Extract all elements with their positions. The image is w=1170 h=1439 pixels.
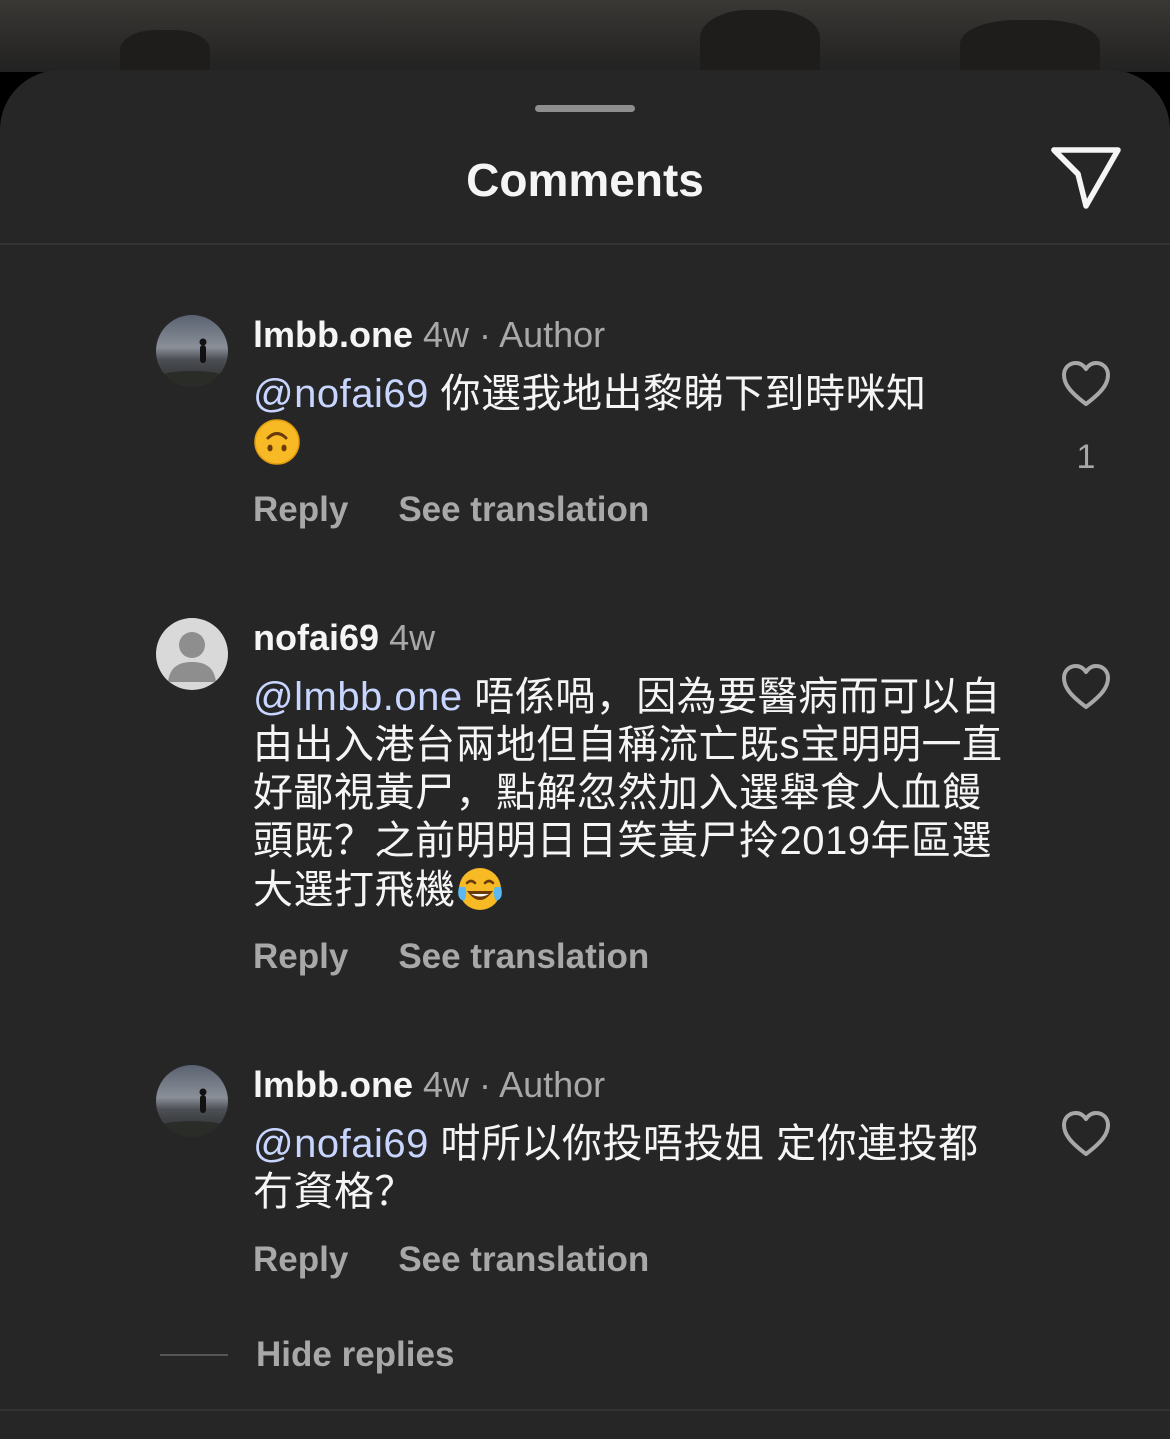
mention-link[interactable]: @nofai69 [253,1122,429,1166]
timestamp: 4w [423,314,470,355]
hide-replies-line [160,1354,228,1356]
avatar-photo-icon [156,1088,228,1137]
drag-handle[interactable] [535,105,635,112]
separator: · [469,1064,500,1105]
heart-icon [1062,361,1110,406]
heart-icon [1062,664,1110,709]
post-image-background [0,0,1170,72]
reply-button[interactable]: Reply [253,1240,348,1279]
heart-icon [1062,1111,1110,1156]
author-badge: Author [499,314,606,355]
avatar-photo-icon [156,338,228,387]
upside-down-face-icon [254,419,300,465]
comment-meta: nofai69 4w [253,616,435,660]
see-translation-button[interactable]: See translation [398,490,649,529]
comments-sheet: Comments lmbb.one 4w · Author @nofai69 你… [0,70,1170,1439]
comment-actions: Reply See translation [253,935,649,979]
comment-meta: lmbb.one 4w · Author [253,1063,605,1107]
avatar[interactable] [156,618,228,690]
sheet-title: Comments [466,154,704,206]
separator: · [469,314,500,355]
comment-text: @nofai69 你選我地出黎睇下到時咪知 [253,370,1013,467]
see-translation-button[interactable]: See translation [398,937,649,976]
like-button[interactable] [1060,360,1112,408]
bottom-divider [0,1409,1170,1411]
username[interactable]: nofai69 [253,617,379,658]
like-button[interactable] [1060,1110,1112,1158]
hide-replies-button[interactable]: Hide replies [160,1330,454,1380]
mention-link[interactable]: @nofai69 [253,372,429,416]
hide-replies-label: Hide replies [256,1335,455,1374]
mention-link[interactable]: @lmbb.one [253,675,463,719]
like-count: 1 [1076,438,1096,476]
see-translation-button[interactable]: See translation [398,1240,649,1279]
comment-text: @lmbb.one 唔係喎，因為要醫病而可以自由出入港台兩地但自稱流亡既s宝明明… [253,673,1013,914]
comment-actions: Reply See translation [253,1238,649,1282]
paper-plane-icon [1051,147,1121,209]
avatar[interactable] [156,315,228,387]
comments-screen: Comments lmbb.one 4w · Author @nofai69 你… [0,0,1170,1439]
reply-button[interactable]: Reply [253,490,348,529]
like-button[interactable] [1060,663,1112,711]
comment-text: @nofai69 咁所以你投唔投姐 定你連投都冇資格？ [253,1120,1013,1216]
face-with-tears-of-joy-icon [457,868,502,910]
username[interactable]: lmbb.one [253,1064,413,1105]
default-user-icon [168,632,216,682]
timestamp: 4w [423,1064,470,1105]
comment-meta: lmbb.one 4w · Author [253,313,605,357]
header-divider [0,243,1170,245]
avatar[interactable] [156,1065,228,1137]
author-badge: Author [499,1064,606,1105]
timestamp: 4w [389,617,436,658]
username[interactable]: lmbb.one [253,314,413,355]
comment-body: 你選我地出黎睇下到時咪知 [428,372,927,416]
share-button[interactable] [1048,142,1124,212]
comment-actions: Reply See translation [253,488,649,532]
reply-button[interactable]: Reply [253,937,348,976]
